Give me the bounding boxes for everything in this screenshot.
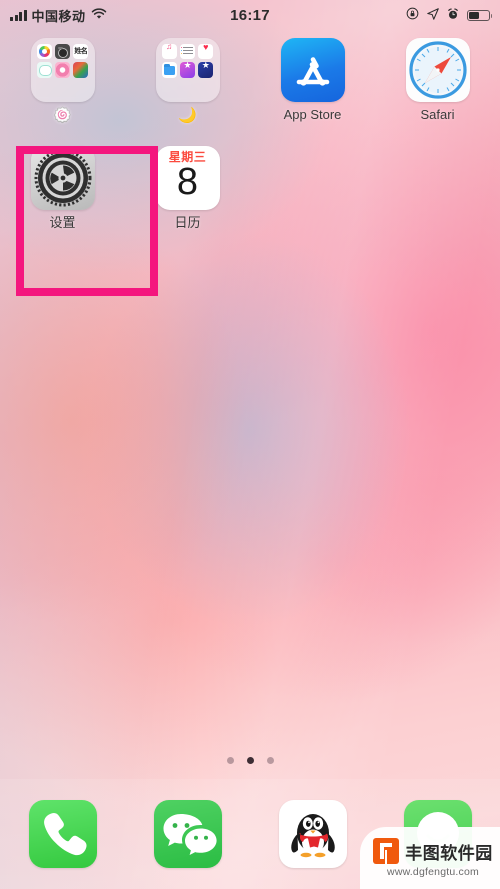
- folder-icon[interactable]: 姓名: [30, 38, 95, 102]
- calendar-icon[interactable]: 星期三 8: [155, 146, 220, 210]
- home-app-settings[interactable]: 设置: [0, 146, 125, 254]
- carrier-label: 中国移动: [31, 8, 86, 24]
- app-store-icon[interactable]: [280, 38, 345, 102]
- status-bar-right: [406, 7, 493, 23]
- battery-icon: [467, 9, 493, 21]
- qq-penguin-icon[interactable]: [278, 800, 347, 868]
- watermark-url: www.dgfengtu.com: [387, 866, 479, 878]
- home-app-app-store[interactable]: App Store: [250, 38, 375, 146]
- page-dot-3[interactable]: [266, 757, 274, 764]
- watermark-top: 丰图软件园: [373, 838, 493, 864]
- page-dot-2[interactable]: [246, 757, 254, 764]
- status-bar: 中国移动 16:17: [0, 0, 500, 30]
- folder-icon[interactable]: [155, 38, 220, 102]
- news-icon: 姓名: [73, 44, 89, 60]
- watermark-site-name: 丰图软件园: [405, 843, 493, 863]
- dock-app-qq[interactable]: [250, 800, 375, 868]
- photos-icon: [36, 44, 52, 60]
- wifi-icon: [91, 7, 107, 23]
- rotation-lock-icon: [406, 7, 419, 23]
- folder-2-label: 🌙: [178, 107, 197, 124]
- safari-icon[interactable]: [405, 38, 470, 102]
- fengtu-logo-icon: [373, 838, 400, 864]
- home-app-safari[interactable]: Safari: [375, 38, 500, 146]
- app-store-alt-icon: [198, 62, 214, 78]
- health-icon: [198, 44, 214, 60]
- app-row-2: 设置 星期三 8 日历: [0, 146, 500, 254]
- files-icon: [161, 62, 177, 78]
- app-store-label: App Store: [283, 107, 342, 122]
- dock-app-phone[interactable]: [0, 800, 125, 868]
- page-dots[interactable]: [0, 757, 500, 764]
- signal-bars-icon: [10, 9, 27, 21]
- folder-1-label: 🍥: [53, 107, 72, 124]
- itunes-store-icon: [179, 62, 196, 78]
- reminders-icon: [179, 44, 196, 60]
- calendar-label: 日历: [174, 215, 201, 230]
- snap-icon: [36, 62, 52, 78]
- page-dot-1[interactable]: [226, 757, 234, 764]
- wechat-bubbles-icon[interactable]: [153, 800, 222, 868]
- app-grid: 姓名 🍥 🌙: [0, 38, 500, 254]
- home-app-folder-2[interactable]: 🌙: [125, 38, 250, 146]
- location-arrow-icon: [427, 7, 439, 23]
- safari-label: Safari: [420, 107, 455, 122]
- empty-slot-2: [375, 146, 500, 254]
- empty-slot-1: [250, 146, 375, 254]
- watermark: 丰图软件园 www.dgfengtu.com: [360, 827, 500, 889]
- camera-icon: [54, 44, 71, 60]
- status-bar-left: 中国移动: [10, 6, 107, 25]
- pink-app-icon: [54, 62, 71, 78]
- dock-app-wechat[interactable]: [125, 800, 250, 868]
- settings-label: 设置: [49, 215, 76, 230]
- art-app-icon: [73, 62, 89, 78]
- calendar-day: 8: [176, 161, 199, 203]
- phone-handset-icon[interactable]: [28, 800, 97, 868]
- alarm-clock-icon: [447, 7, 459, 23]
- music-icon: [161, 44, 177, 60]
- home-app-folder-1[interactable]: 姓名 🍥: [0, 38, 125, 146]
- settings-gear-icon[interactable]: [30, 146, 95, 210]
- home-app-calendar[interactable]: 星期三 8 日历: [125, 146, 250, 254]
- app-row-1: 姓名 🍥 🌙: [0, 38, 500, 146]
- ios-home-screen: 中国移动 16:17 姓名 🍥 ♫ ♥ ★ ★ 🌙 App Store Safa…: [0, 0, 500, 889]
